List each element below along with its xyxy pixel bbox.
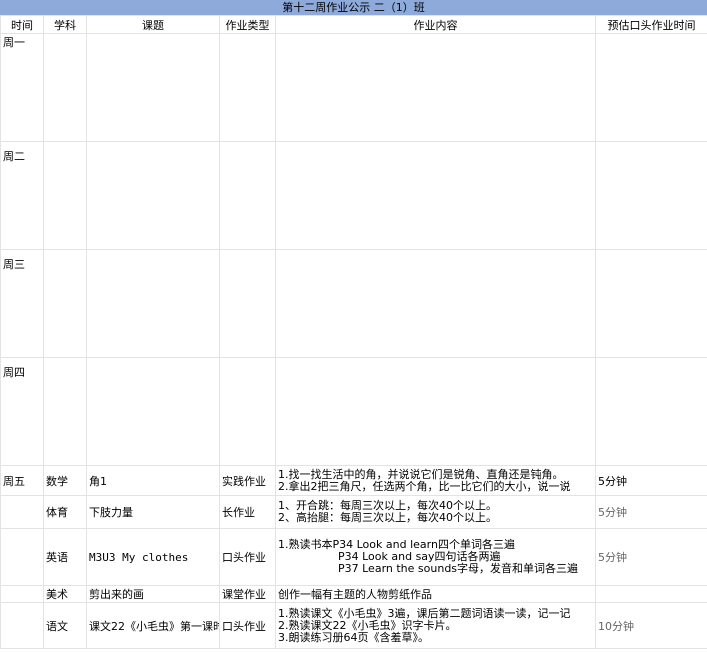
empty-cell[interactable] xyxy=(86,249,220,358)
empty-cell[interactable] xyxy=(595,33,707,142)
time-cell[interactable] xyxy=(595,585,707,603)
header-time[interactable]: 时间 xyxy=(0,15,44,34)
content-line: 3.朗读练习册64页《含羞草》。 xyxy=(278,630,429,644)
day-block-tue: 周二 xyxy=(0,141,707,250)
table-row: 体育 下肢力量 长作业 1、开合跳：每周三次以上，每次40个以上。 2、高抬腿：… xyxy=(0,495,707,529)
empty-cell[interactable] xyxy=(595,249,707,358)
empty-cell[interactable] xyxy=(219,357,276,466)
empty-cell[interactable] xyxy=(0,528,44,586)
content-cell[interactable]: 1.熟读书本P34 Look and learn四个单词各三遍 P34 Look… xyxy=(275,528,596,586)
subject-cell[interactable]: 语文 xyxy=(43,602,87,649)
empty-cell[interactable] xyxy=(219,141,276,250)
empty-cell[interactable] xyxy=(219,249,276,358)
empty-cell[interactable] xyxy=(219,33,276,142)
empty-cell[interactable] xyxy=(43,141,87,250)
content-line: P37 Learn the sounds字母，发音和单词各三遍 xyxy=(338,562,579,575)
day-label-mon[interactable]: 周一 xyxy=(0,33,44,142)
empty-cell[interactable] xyxy=(0,495,44,529)
day-label-fri[interactable]: 周五 xyxy=(0,465,44,496)
empty-cell[interactable] xyxy=(275,141,596,250)
header-row: 时间 学科 课题 作业类型 作业内容 预估口头作业时间 xyxy=(0,15,707,34)
subject-cell[interactable]: 英语 xyxy=(43,528,87,586)
type-cell[interactable]: 实践作业 xyxy=(219,465,276,496)
time-cell[interactable]: 5分钟 xyxy=(595,465,707,496)
content-line: 2.拿出2把三角尺，任选两个角，比一比它们的大小，说一说 xyxy=(278,479,571,493)
time-cell[interactable]: 5分钟 xyxy=(595,528,707,586)
content-line: 2.熟读课文22《小毛虫》识字卡片。 xyxy=(278,618,457,632)
empty-cell[interactable] xyxy=(86,357,220,466)
sheet-title: 第十二周作业公示 二（1）班 xyxy=(0,0,707,15)
type-cell[interactable]: 口头作业 xyxy=(219,602,276,649)
header-est-time[interactable]: 预估口头作业时间 xyxy=(595,15,707,34)
empty-cell[interactable] xyxy=(86,33,220,142)
header-subject[interactable]: 学科 xyxy=(43,15,87,34)
subject-cell[interactable]: 数学 xyxy=(43,465,87,496)
header-topic[interactable]: 课题 xyxy=(86,15,220,34)
day-block-mon: 周一 xyxy=(0,33,707,142)
empty-cell[interactable] xyxy=(43,249,87,358)
topic-cell[interactable]: 下肢力量 xyxy=(86,495,220,529)
table-row: 英语 M3U3 My clothes 口头作业 1.熟读书本P34 Look a… xyxy=(0,528,707,586)
empty-cell[interactable] xyxy=(0,602,44,649)
content-cell[interactable]: 创作一幅有主题的人物剪纸作品 xyxy=(275,585,596,603)
type-cell[interactable]: 口头作业 xyxy=(219,528,276,586)
content-line: 1.熟读课文《小毛虫》3遍，课后第二题词语读一读，记一记 xyxy=(278,606,571,620)
topic-cell[interactable]: M3U3 My clothes xyxy=(86,528,220,586)
header-content[interactable]: 作业内容 xyxy=(275,15,596,34)
table-row: 美术 剪出来的画 课堂作业 创作一幅有主题的人物剪纸作品 xyxy=(0,585,707,603)
content-line: 2、高抬腿：每周三次以上，每次40个以上。 xyxy=(278,511,497,524)
content-cell[interactable]: 1、开合跳：每周三次以上，每次40个以上。 2、高抬腿：每周三次以上，每次40个… xyxy=(275,495,596,529)
empty-cell[interactable] xyxy=(275,357,596,466)
empty-cell[interactable] xyxy=(595,357,707,466)
day-label-tue[interactable]: 周二 xyxy=(0,141,44,250)
topic-cell[interactable]: 角1 xyxy=(86,465,220,496)
subject-cell[interactable]: 美术 xyxy=(43,585,87,603)
time-cell[interactable]: 5分钟 xyxy=(595,495,707,529)
day-block-wed: 周三 xyxy=(0,249,707,358)
header-type[interactable]: 作业类型 xyxy=(219,15,276,34)
empty-cell[interactable] xyxy=(43,33,87,142)
table-row: 周五 数学 角1 实践作业 1.找一找生活中的角，并说说它们是锐角、直角还是钝角… xyxy=(0,465,707,496)
day-label-wed[interactable]: 周三 xyxy=(0,249,44,358)
content-cell[interactable]: 1.熟读课文《小毛虫》3遍，课后第二题词语读一读，记一记 2.熟读课文22《小毛… xyxy=(275,602,596,649)
empty-cell[interactable] xyxy=(86,141,220,250)
topic-cell[interactable]: 剪出来的画 xyxy=(86,585,220,603)
topic-cell[interactable]: 课文22《小毛虫》第一课时 xyxy=(86,602,220,649)
day-label-thu[interactable]: 周四 xyxy=(0,357,44,466)
homework-table: 时间 学科 课题 作业类型 作业内容 预估口头作业时间 周一 周二 周三 周四 … xyxy=(0,15,707,649)
time-cell[interactable]: 10分钟 xyxy=(595,602,707,649)
empty-cell[interactable] xyxy=(595,141,707,250)
type-cell[interactable]: 长作业 xyxy=(219,495,276,529)
empty-cell[interactable] xyxy=(275,249,596,358)
content-line: 1.找一找生活中的角，并说说它们是锐角、直角还是钝角。 xyxy=(278,467,564,481)
subject-cell[interactable]: 体育 xyxy=(43,495,87,529)
empty-cell[interactable] xyxy=(43,357,87,466)
content-cell[interactable]: 1.找一找生活中的角，并说说它们是锐角、直角还是钝角。 2.拿出2把三角尺，任选… xyxy=(275,465,596,496)
day-block-thu: 周四 xyxy=(0,357,707,466)
empty-cell[interactable] xyxy=(0,585,44,603)
type-cell[interactable]: 课堂作业 xyxy=(219,585,276,603)
empty-cell[interactable] xyxy=(275,33,596,142)
table-row: 语文 课文22《小毛虫》第一课时 口头作业 1.熟读课文《小毛虫》3遍，课后第二… xyxy=(0,602,707,649)
